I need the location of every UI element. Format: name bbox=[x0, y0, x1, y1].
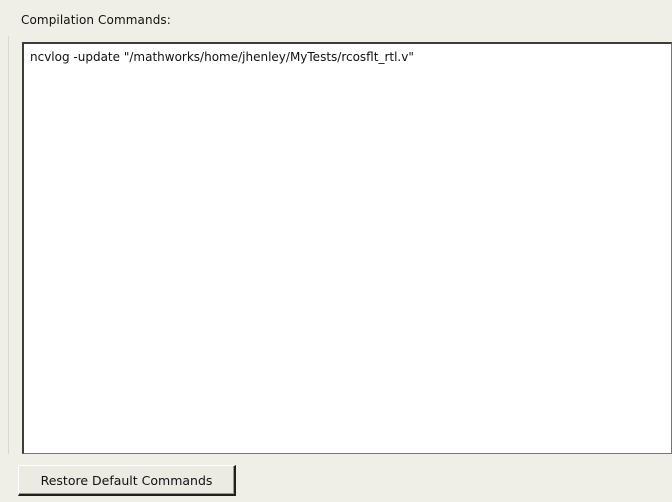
restore-default-commands-button[interactable]: Restore Default Commands bbox=[18, 465, 236, 496]
compilation-commands-panel: Compilation Commands: ncvlog -update "/m… bbox=[0, 0, 672, 502]
panel-divider bbox=[8, 36, 9, 454]
compilation-commands-label: Compilation Commands: bbox=[21, 13, 171, 27]
compilation-commands-textarea[interactable]: ncvlog -update "/mathworks/home/jhenley/… bbox=[22, 42, 672, 454]
